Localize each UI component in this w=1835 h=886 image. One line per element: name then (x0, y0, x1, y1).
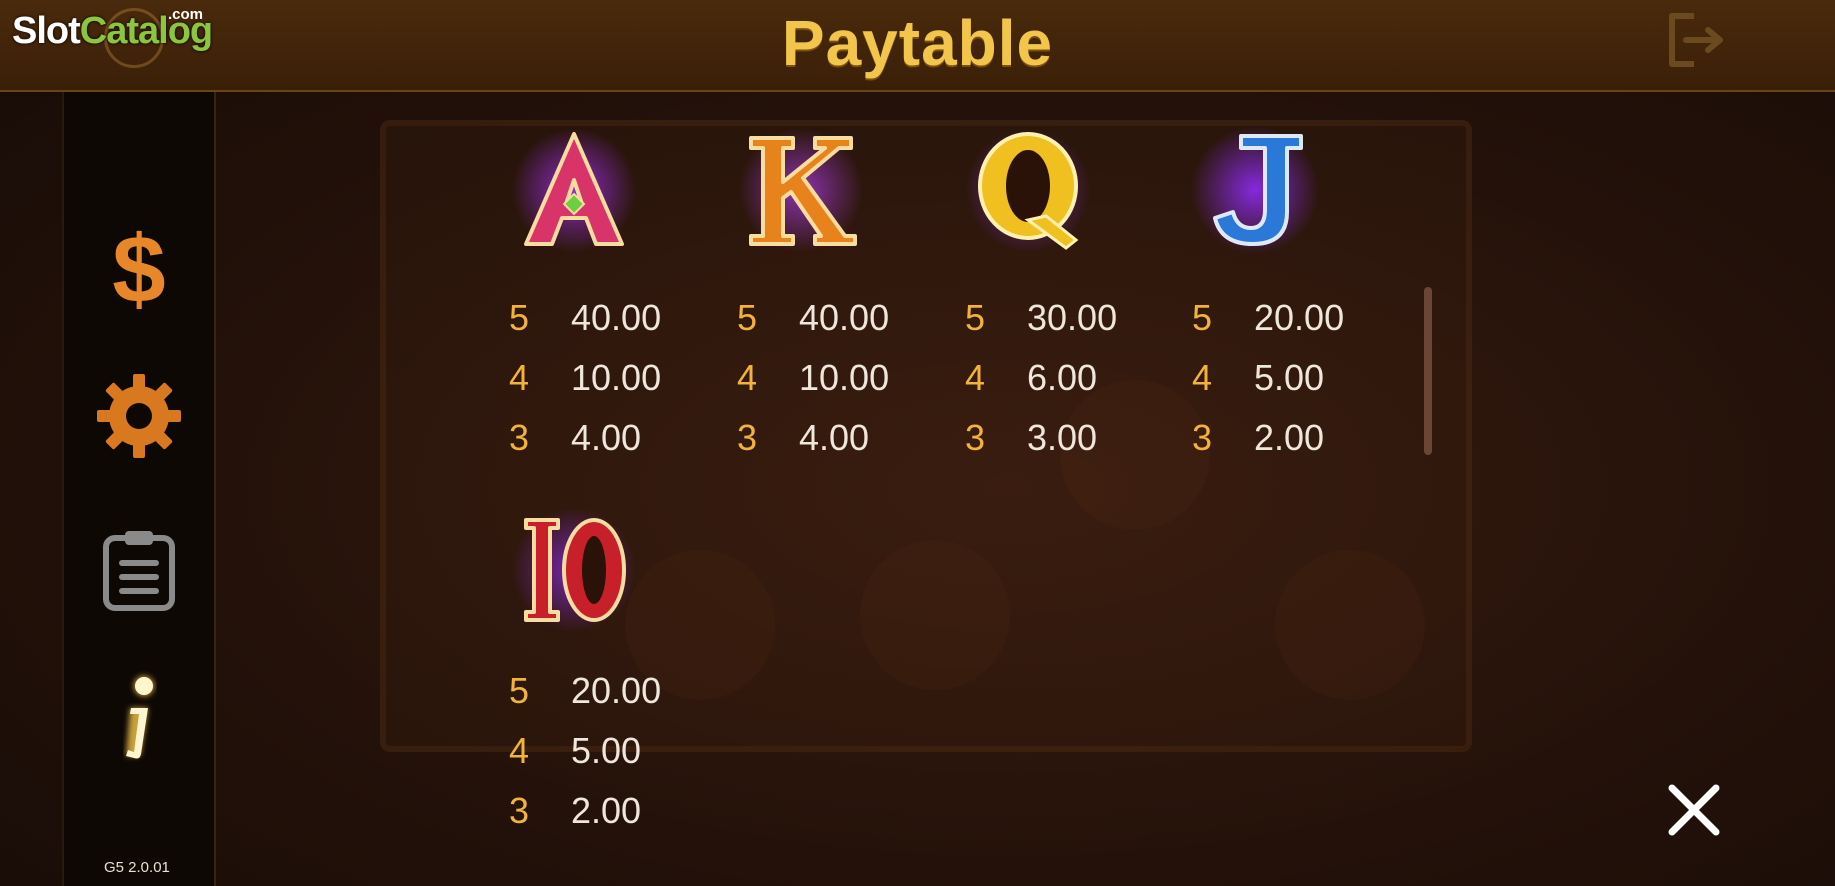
page-title: Paytable (781, 7, 1054, 79)
info-icon (126, 676, 154, 759)
match-count: 5 (965, 297, 986, 338)
svg-text:$: $ (112, 222, 165, 318)
symbol-k-icon (739, 128, 863, 252)
pay-row: 3 4.00 (509, 408, 729, 468)
match-count: 3 (509, 417, 530, 458)
info-button[interactable] (91, 672, 187, 768)
payout-value: 40.00 (799, 297, 890, 338)
header-bar: SlotCatalog .com Paytable (0, 0, 1835, 92)
payout-value: 20.00 (1254, 297, 1345, 338)
settings-button[interactable] (91, 368, 187, 464)
pay-row: 4 10.00 (509, 348, 729, 408)
pay-row: 3 4.00 (737, 408, 957, 468)
symbol-j-icon (1191, 126, 1319, 254)
sidebar: $ (62, 92, 216, 886)
payout-value: 4.00 (571, 417, 642, 458)
paytable-column-q: 5 30.00 4 6.00 3 3.00 (965, 288, 1185, 468)
pay-row: 3 3.00 (965, 408, 1185, 468)
symbol-a-icon (512, 128, 636, 252)
symbol-q-icon (966, 128, 1090, 252)
paytable-column-j: 5 20.00 4 5.00 3 2.00 (1192, 288, 1412, 468)
payout-value: 10.00 (571, 357, 662, 398)
match-count: 3 (1192, 417, 1213, 458)
match-count: 4 (1192, 357, 1213, 398)
history-button[interactable] (91, 522, 187, 618)
background-reel-symbol (1275, 550, 1425, 700)
match-count: 3 (965, 417, 986, 458)
payout-value: 6.00 (1027, 357, 1098, 398)
pay-row: 5 40.00 (737, 288, 957, 348)
payout-value: 30.00 (1027, 297, 1118, 338)
pay-row: 5 30.00 (965, 288, 1185, 348)
paytable-column-10: 5 20.00 4 5.00 3 2.00 (509, 661, 729, 841)
match-count: 4 (509, 730, 530, 771)
pay-row: 5 40.00 (509, 288, 729, 348)
background-reel-symbol (860, 540, 1010, 690)
match-count: 4 (509, 357, 530, 398)
dollar-icon: $ (112, 222, 165, 318)
clipboard-icon (103, 531, 175, 611)
pay-row: 5 20.00 (509, 661, 729, 721)
match-count: 5 (1192, 297, 1213, 338)
symbol-10-icon (512, 508, 636, 632)
gear-icon (97, 374, 181, 458)
pay-row: 4 10.00 (737, 348, 957, 408)
payout-value: 10.00 (799, 357, 890, 398)
paytable-scrollbar[interactable] (1424, 287, 1432, 455)
bet-button[interactable]: $ (91, 222, 187, 318)
match-count: 4 (965, 357, 986, 398)
payout-value: 3.00 (1027, 417, 1098, 458)
pay-row: 4 6.00 (965, 348, 1185, 408)
payout-value: 40.00 (571, 297, 662, 338)
payout-value: 4.00 (799, 417, 870, 458)
payout-value: 2.00 (1254, 417, 1325, 458)
payout-value: 20.00 (571, 670, 662, 711)
exit-button[interactable] (1664, 10, 1728, 70)
match-count: 5 (509, 297, 530, 338)
pay-row: 5 20.00 (1192, 288, 1412, 348)
match-count: 3 (737, 417, 758, 458)
payout-value: 5.00 (1254, 357, 1325, 398)
close-button[interactable] (1664, 780, 1724, 840)
paytable-column-a: 5 40.00 4 10.00 3 4.00 (509, 288, 729, 468)
exit-icon (1669, 13, 1723, 67)
match-count: 3 (509, 790, 530, 831)
pay-row: 3 2.00 (1192, 408, 1412, 468)
match-count: 4 (737, 357, 758, 398)
close-icon (1668, 784, 1720, 836)
match-count: 5 (509, 670, 530, 711)
match-count: 5 (737, 297, 758, 338)
version-label: G5 2.0.01 (104, 859, 170, 876)
pay-row: 4 5.00 (509, 721, 729, 781)
payout-value: 5.00 (571, 730, 642, 771)
pay-row: 4 5.00 (1192, 348, 1412, 408)
paytable-column-k: 5 40.00 4 10.00 3 4.00 (737, 288, 957, 468)
pay-row: 3 2.00 (509, 781, 729, 841)
payout-value: 2.00 (571, 790, 642, 831)
